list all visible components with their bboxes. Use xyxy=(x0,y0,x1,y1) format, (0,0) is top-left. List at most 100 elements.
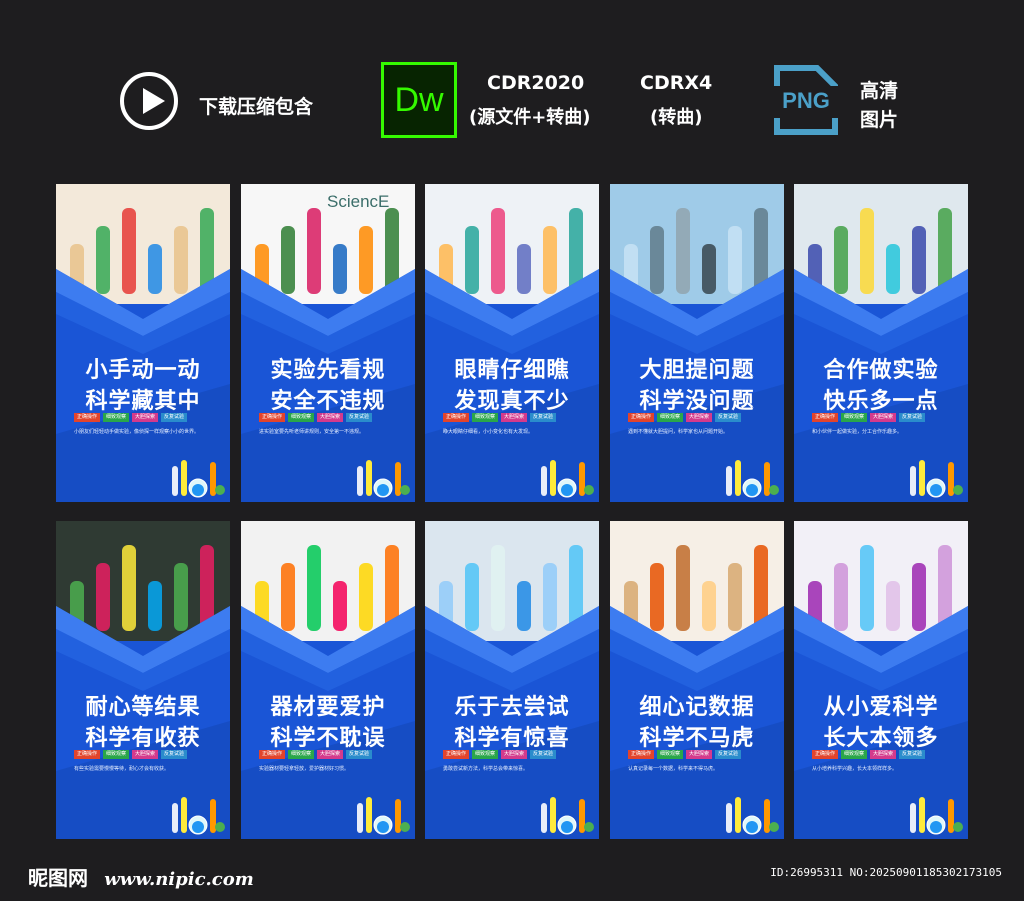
poster-body-text: 认真记录每一个数据，科学来不得马虎。 xyxy=(628,766,719,772)
tag-badge: 正确操作 xyxy=(74,413,101,422)
poster-title-line1: 器材要爱护 xyxy=(270,695,386,720)
tag-badge: 反复试验 xyxy=(161,413,188,422)
tag-badge: 细致观察 xyxy=(103,750,130,759)
flask-icon xyxy=(172,797,225,835)
tag-badge: 大胆探索 xyxy=(317,750,344,759)
poster-card: 从小爱科学长大本领多 正确操作 细致观察 大胆探索 反复试验 从小培养科学兴趣，长大本领样… xyxy=(794,521,968,839)
poster-card: 细心记数据科学不马虎 正确操作 细致观察 大胆探索 反复试验认真记录每一个数据，科学来不… xyxy=(610,521,784,839)
tag-badge: 正确操作 xyxy=(812,413,839,422)
tag-badge: 正确操作 xyxy=(259,750,286,759)
hd-line2: 图片 xyxy=(860,109,899,131)
cdr2020-label: CDR2020 xyxy=(487,72,585,94)
flask-icon xyxy=(726,797,779,835)
poster-title-line1: 合作做实验 xyxy=(823,358,939,383)
poster-card: 器材要爱护 科学不耽误 正确操作 细致观察 大胆探索 反复试验 实验器材要轻拿轻放，爱护器材… xyxy=(241,521,415,839)
poster-title-line2: 科学有收获 xyxy=(85,726,201,751)
cdr2020-sub: (源文件+转曲) xyxy=(469,107,591,128)
flask-icon xyxy=(172,460,225,498)
poster-body-text: 有些实验需要慢慢等待，耐心才会有收获。 xyxy=(74,766,170,772)
tag-badge: 反复试验 xyxy=(715,413,742,422)
tag-badge: 大胆探索 xyxy=(870,413,897,422)
tag-row: 正确操作 细致观察 大胆探索 反复试验 xyxy=(812,413,962,422)
tag-badge: 正确操作 xyxy=(628,413,655,422)
poster-title-line1: 实验先看规 xyxy=(270,358,386,383)
flask-icon xyxy=(910,460,963,498)
tag-badge: 反复试验 xyxy=(899,413,926,422)
poster-body-text: 从小培养科学兴趣，长大本领样样多。 xyxy=(812,766,898,772)
poster-title-line1: 细心记数据 xyxy=(639,695,755,720)
poster-title-line2: 快乐多一点 xyxy=(823,389,939,414)
tag-badge: 正确操作 xyxy=(812,750,839,759)
tag-row: 正确操作 细致观察 大胆探索 反复试验 xyxy=(812,750,962,759)
tag-badge: 细致观察 xyxy=(841,750,868,759)
header: 下载压缩包含 Dw CDR2020 (源文件+转曲) CDRX4 (转曲) PN… xyxy=(0,0,1024,160)
play-icon xyxy=(120,72,178,130)
poster-title-line2: 科学有惊喜 xyxy=(454,726,570,751)
poster-title-line1: 从小爱科学 xyxy=(823,695,939,720)
poster-title-line2: 安全不违规 xyxy=(270,389,386,414)
tag-badge: 正确操作 xyxy=(628,750,655,759)
poster-card: 小手动一动 科学藏其中 正确操作 细致观察 大胆探索 反复试验 小朋友们轻轻动手做实验，像侦… xyxy=(56,184,230,502)
poster-title-line1: 大胆提问题 xyxy=(639,358,755,383)
tag-row: 正确操作 细致观察 大胆探索 反复试验 xyxy=(259,750,409,759)
tag-badge: 细致观察 xyxy=(657,413,684,422)
poster-body-text: 遇到不懂就大胆提问，科学家也从问题开始。 xyxy=(628,429,729,435)
tag-badge: 反复试验 xyxy=(161,750,188,759)
hd-line1: 高清 xyxy=(860,80,899,102)
poster-body-text: 和小伙伴一起做实验，分工合作乐趣多。 xyxy=(812,429,903,435)
tag-badge: 反复试验 xyxy=(715,750,742,759)
tag-badge: 反复试验 xyxy=(346,750,373,759)
tag-badge: 大胆探索 xyxy=(132,750,159,759)
png-label: PNG xyxy=(782,88,830,113)
tag-badge: 细致观察 xyxy=(288,413,315,422)
tag-badge: 大胆探索 xyxy=(501,413,528,422)
poster-body-text: 进实验室要先听老师讲规则，安全第一不违规。 xyxy=(259,429,365,435)
tag-row: 正确操作 细致观察 大胆探索 反复试验 xyxy=(74,750,224,759)
poster-title-line1: 耐心等结果 xyxy=(85,695,201,720)
dw-label: Dw xyxy=(394,80,444,119)
tag-badge: 反复试验 xyxy=(346,413,373,422)
poster-card: 大胆提问题 科学没问题 正确操作 细致观察 大胆探索 反复试验 遇到不懂就大胆提问，科学家也… xyxy=(610,184,784,502)
poster-title-line2: 科学不马虎 xyxy=(639,726,755,751)
poster-title-line2: 发现真不少 xyxy=(454,389,570,414)
tag-badge: 正确操作 xyxy=(443,750,470,759)
flask-icon xyxy=(726,460,779,498)
footer-brand: 昵图网 www.nipic.com xyxy=(28,862,254,891)
download-label: 下载压缩包含 xyxy=(199,96,314,118)
flask-icon xyxy=(357,460,410,498)
flask-icon xyxy=(541,797,594,835)
tag-badge: 大胆探索 xyxy=(132,413,159,422)
tag-badge: 细致观察 xyxy=(288,750,315,759)
site-url[interactable]: www.nipic.com xyxy=(104,869,254,890)
tag-badge: 细致观察 xyxy=(841,413,868,422)
cdrx4-label: CDRX4 xyxy=(640,72,713,94)
tag-badge: 正确操作 xyxy=(259,413,286,422)
poster-card: 合作做实验 快乐多一点 正确操作 细致观察 大胆探索 反复试验 和小伙伴一起做实验，分工合作… xyxy=(794,184,968,502)
poster-title-line2: 科学没问题 xyxy=(639,389,755,414)
flask-icon xyxy=(541,460,594,498)
tag-badge: 细致观察 xyxy=(657,750,684,759)
poster-title-line1: 眼睛仔细瞧 xyxy=(454,358,570,383)
poster-title-line2: 长大本领多 xyxy=(823,726,939,751)
tag-badge: 正确操作 xyxy=(74,750,101,759)
poster-card: 眼睛仔细瞧发现真不少 正确操作 细致观察 大胆探索 反复试验睁大眼睛仔细看，小小变化也有… xyxy=(425,184,599,502)
tag-badge: 大胆探索 xyxy=(501,750,528,759)
poster-body-text: 实验器材要轻拿轻放，爱护器材好习惯。 xyxy=(259,766,350,772)
tag-badge: 正确操作 xyxy=(443,413,470,422)
cdrx4-sub: (转曲) xyxy=(650,107,703,128)
tag-badge: 大胆探索 xyxy=(317,413,344,422)
poster-body-text: 睁大眼睛仔细看，小小变化也有大发现。 xyxy=(443,429,534,435)
tag-row: 正确操作 细致观察 大胆探索 反复试验 xyxy=(443,750,593,759)
tag-badge: 反复试验 xyxy=(530,413,557,422)
poster-body-text: 勇敢尝试新方法，科学总会带来惊喜。 xyxy=(443,766,529,772)
tag-badge: 细致观察 xyxy=(472,413,499,422)
poster-card: 乐于去尝试科学有惊喜 正确操作 细致观察 大胆探索 反复试验 勇敢尝试新方法，科学总会带来… xyxy=(425,521,599,839)
poster-title-line1: 乐于去尝试 xyxy=(454,695,570,720)
tag-badge: 大胆探索 xyxy=(686,750,713,759)
poster-title-line2: 科学藏其中 xyxy=(85,389,201,414)
tag-badge: 反复试验 xyxy=(899,750,926,759)
photo-caption: SciencE xyxy=(327,192,390,211)
image-id: ID:26995311 NO:20250901185302173105 xyxy=(770,866,1002,879)
poster-card: SciencE 实验先看规安全不违规 正确操作 细致观察 大胆探索 反复试验进实验室要先听… xyxy=(241,184,415,502)
tag-badge: 反复试验 xyxy=(530,750,557,759)
